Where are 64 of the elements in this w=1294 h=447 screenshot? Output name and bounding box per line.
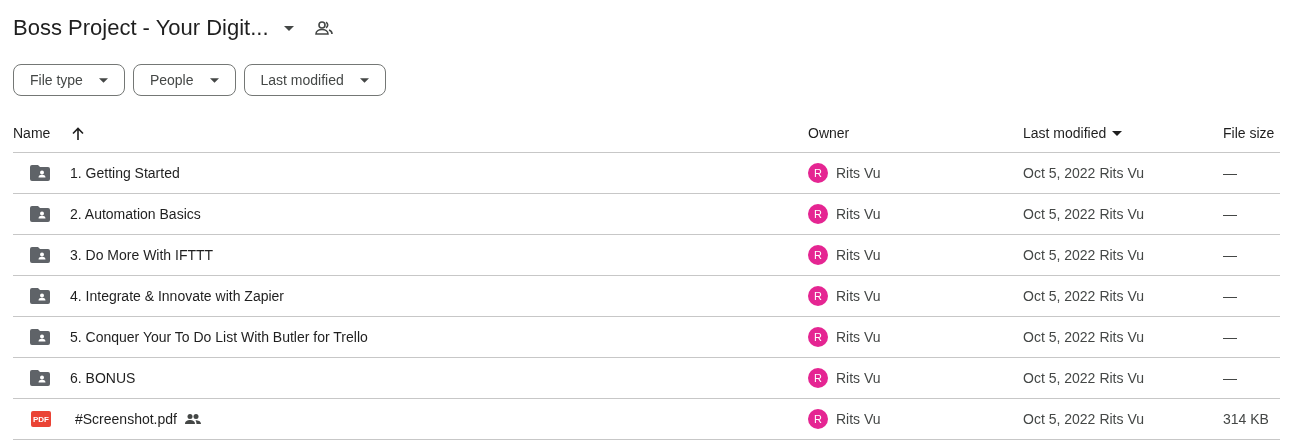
file-name[interactable]: 2. Automation Basics [70,206,201,222]
caret-icon [98,77,108,83]
owner-name: Rits Vu [836,165,881,181]
owner-avatar: R [808,409,828,429]
file-name[interactable]: 1. Getting Started [70,165,180,181]
owner-avatar: R [808,327,828,347]
shared-folder-icon [30,329,50,345]
file-size: — [1223,206,1237,222]
owner-avatar: R [808,204,828,224]
column-header[interactable]: Owner [808,125,850,141]
owner-name: Rits Vu [836,370,881,386]
modified-date: Oct 5, 2022 [1023,329,1096,345]
people-icon[interactable] [314,21,333,35]
file-name[interactable]: 3. Do More With IFTTT [70,247,214,263]
caret-icon[interactable] [1112,130,1123,136]
modified-date: Oct 5, 2022 [1023,411,1096,427]
column-header[interactable]: File size [1223,125,1275,141]
owner-avatar: R [808,245,828,265]
modified-date: Oct 5, 2022 [1023,288,1096,304]
modified-by: Rits Vu [1099,288,1144,304]
file-name[interactable]: 4. Integrate & Innovate with Zapier [70,288,284,304]
owner-name: Rits Vu [836,329,881,345]
column-header[interactable]: Last modified [1023,125,1107,141]
shared-folder-icon [30,165,50,181]
owner-name: Rits Vu [836,247,881,263]
modified-date: Oct 5, 2022 [1023,206,1096,222]
modified-date: Oct 5, 2022 [1023,370,1096,386]
owner-avatar: R [808,163,828,183]
file-size: — [1223,329,1237,345]
sort-arrow-icon[interactable] [72,126,85,140]
file-size: 314 KB [1223,411,1269,427]
file-name[interactable]: #Screenshot.pdf [75,411,177,427]
shared-folder-icon [30,206,50,222]
filter-chip[interactable]: Last modified [243,64,386,96]
owner-name: Rits Vu [836,206,881,222]
modified-date: Oct 5, 2022 [1023,247,1096,263]
caret-icon [359,77,369,83]
shared-folder-icon [30,370,50,386]
folder-title-button[interactable]: Boss Project - Your Digit... [13,15,294,41]
file-name[interactable]: 6. BONUS [70,370,136,386]
pdf-file-icon: PDF [31,411,51,427]
file-size: — [1223,247,1237,263]
file-size: — [1223,370,1237,386]
owner-name: Rits Vu [836,411,881,427]
owner-avatar: R [808,368,828,388]
shared-folder-icon [30,288,50,304]
shared-folder-icon [30,247,50,263]
filter-chip[interactable]: File type [13,64,125,96]
modified-date: Oct 5, 2022 [1023,165,1096,181]
file-size: — [1223,165,1237,181]
owner-avatar: R [808,286,828,306]
caret-icon [283,25,294,31]
modified-by: Rits Vu [1099,329,1144,345]
owner-name: Rits Vu [836,288,881,304]
file-name[interactable]: 5. Conquer Your To Do List With Butler for Trello [70,329,368,345]
modified-by: Rits Vu [1099,370,1144,386]
modified-by: Rits Vu [1099,165,1144,181]
modified-by: Rits Vu [1099,247,1144,263]
column-header[interactable]: Name [13,125,51,141]
file-size: — [1223,288,1237,304]
modified-by: Rits Vu [1099,411,1144,427]
filter-chip[interactable]: People [132,64,236,96]
modified-by: Rits Vu [1099,206,1144,222]
caret-icon [209,77,219,83]
